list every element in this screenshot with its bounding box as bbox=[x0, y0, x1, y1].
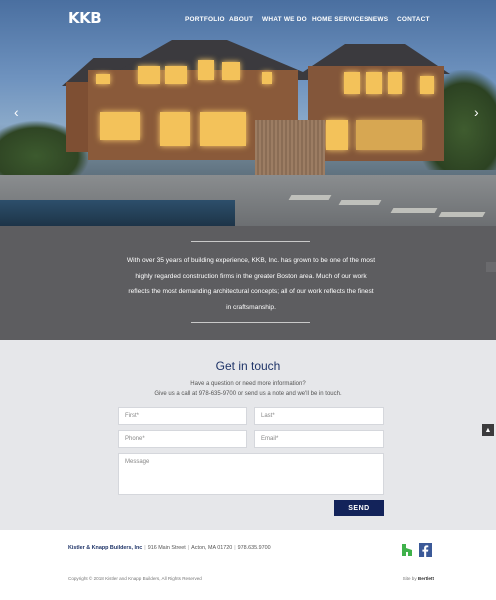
divider bbox=[191, 322, 310, 323]
nav-what-we-do[interactable]: WHAT WE DO bbox=[262, 16, 307, 23]
main-nav: PORTFOLIO ABOUT WHAT WE DO HOME SERVICES… bbox=[0, 16, 496, 26]
about-section: With over 35 years of building experienc… bbox=[0, 226, 496, 340]
lounge-chair bbox=[390, 208, 438, 213]
separator: | bbox=[234, 545, 236, 551]
separator: | bbox=[144, 545, 146, 551]
divider bbox=[191, 241, 310, 242]
hero-image bbox=[0, 0, 496, 226]
window bbox=[326, 120, 348, 150]
contact-subtitle-line1: Have a question or need more information… bbox=[190, 381, 306, 387]
nav-contact[interactable]: CONTACT bbox=[397, 16, 430, 23]
side-tab[interactable] bbox=[486, 262, 496, 272]
window bbox=[344, 72, 360, 94]
window bbox=[100, 112, 140, 140]
footer-phone[interactable]: 978.635.9700 bbox=[238, 545, 271, 551]
site-credit: Site by Bertlett bbox=[403, 576, 434, 581]
slider-prev-icon[interactable]: ‹ bbox=[14, 104, 19, 120]
site-credit-link[interactable]: Bertlett bbox=[418, 576, 434, 581]
nav-news[interactable]: NEWS bbox=[368, 16, 388, 23]
last-name-field[interactable]: Last* bbox=[254, 407, 384, 425]
lounge-chair bbox=[288, 195, 332, 200]
window bbox=[138, 66, 160, 84]
nav-portfolio[interactable]: PORTFOLIO bbox=[185, 16, 225, 23]
pool bbox=[0, 200, 235, 226]
window bbox=[388, 72, 402, 94]
facebook-icon[interactable] bbox=[419, 543, 432, 557]
window bbox=[96, 74, 110, 84]
first-name-field[interactable]: First* bbox=[118, 407, 247, 425]
back-to-top-icon[interactable]: ▲ bbox=[482, 424, 494, 436]
footer-contact-info: Kistler & Knapp Builders, Inc | 916 Main S… bbox=[68, 545, 271, 551]
lounge-chair bbox=[338, 200, 382, 205]
contact-subtitle: Have a question or need more information… bbox=[0, 379, 496, 399]
about-text: With over 35 years of building experienc… bbox=[126, 257, 376, 311]
contact-title: Get in touch bbox=[215, 359, 281, 373]
phone-field[interactable]: Phone* bbox=[118, 430, 247, 448]
separator: | bbox=[187, 545, 190, 551]
send-button[interactable]: SEND bbox=[334, 500, 384, 516]
window bbox=[165, 66, 187, 84]
window bbox=[160, 112, 190, 146]
nav-about[interactable]: ABOUT bbox=[229, 16, 253, 23]
contact-subtitle-line2: Give us a call at 978-635-9700 or send u… bbox=[154, 391, 342, 397]
lounge-chair bbox=[438, 212, 486, 217]
site-credit-prefix: Site by bbox=[402, 576, 417, 581]
houzz-icon[interactable] bbox=[401, 543, 413, 557]
window bbox=[222, 62, 240, 80]
window bbox=[366, 72, 382, 94]
window bbox=[200, 112, 246, 146]
email-field[interactable]: Email* bbox=[254, 430, 384, 448]
footer-city: Acton, MA 01720 bbox=[191, 545, 233, 551]
nav-home-services[interactable]: HOME SERVICES bbox=[312, 16, 369, 23]
slider-next-icon[interactable]: › bbox=[474, 104, 479, 120]
window bbox=[420, 76, 434, 94]
message-field[interactable]: Message bbox=[118, 453, 384, 495]
footer-company: Kistler & Knapp Builders, Inc bbox=[68, 545, 143, 551]
window bbox=[356, 120, 422, 150]
footer-address: 916 Main Street bbox=[147, 545, 186, 551]
copyright: Copyright © 2018 Kistler and Knapp Build… bbox=[68, 576, 202, 581]
footer bbox=[0, 530, 496, 600]
window bbox=[262, 72, 272, 84]
window bbox=[198, 60, 214, 80]
